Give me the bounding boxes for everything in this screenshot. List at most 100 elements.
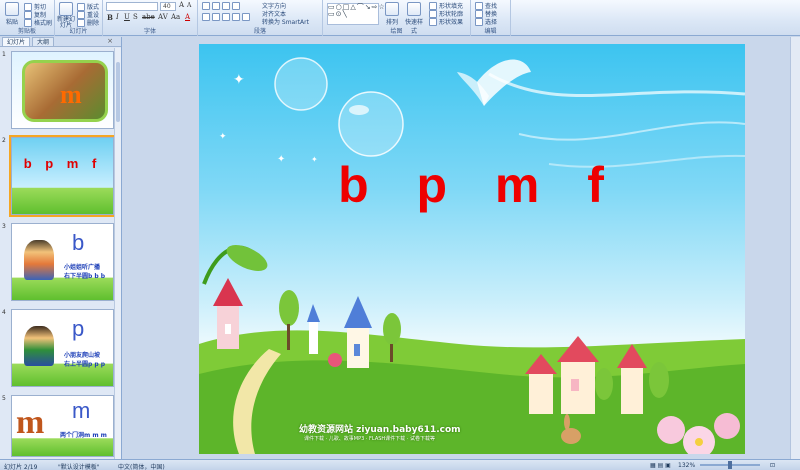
editing-group: 查找 替换 选择 编辑 bbox=[471, 0, 511, 36]
slide-number: 4 bbox=[2, 309, 6, 316]
clipboard-group-label: 剪贴板 bbox=[17, 28, 36, 35]
tab-slides[interactable]: 幻灯片 bbox=[2, 37, 31, 46]
thumbnail-image: b p m f bbox=[9, 135, 116, 217]
castle-window bbox=[225, 324, 231, 334]
justify-icon bbox=[232, 13, 240, 21]
arrange-icon bbox=[385, 2, 399, 16]
thumbnail-caption-2: 右上半圆p p p bbox=[64, 361, 106, 368]
bullets-button[interactable] bbox=[202, 2, 240, 10]
canvas-scrollbar[interactable] bbox=[790, 37, 800, 459]
zoom-slider-knob[interactable] bbox=[728, 461, 732, 469]
strikethrough-button[interactable]: abe bbox=[142, 13, 155, 21]
slides-group-label: 幻灯片 bbox=[69, 28, 88, 35]
grow-font-icon[interactable]: A bbox=[179, 1, 184, 9]
flower-bush bbox=[328, 353, 342, 367]
star-icon: ✦ bbox=[219, 132, 227, 142]
font-name-combo[interactable] bbox=[106, 2, 158, 11]
close-icon[interactable]: × bbox=[107, 37, 113, 45]
thumbnail-caption-2: 右下半圆b b b bbox=[64, 273, 106, 280]
thumbnail-boy-figure bbox=[24, 326, 54, 366]
church-roof bbox=[344, 296, 372, 328]
select-label: 选择 bbox=[485, 19, 498, 26]
line-spacing-icon bbox=[232, 2, 240, 10]
paste-label: 粘贴 bbox=[5, 19, 18, 26]
arrange-label: 排列 bbox=[385, 19, 398, 26]
paste-icon bbox=[5, 2, 19, 16]
thumbnail-letter: p bbox=[72, 316, 85, 341]
current-slide[interactable]: ✦ ✦ ✦ ✦ b p m f 幼教资源网站 ziyuan.baby611.co… bbox=[199, 44, 745, 454]
effects-icon bbox=[429, 17, 437, 26]
convert-smartart-button[interactable]: 转换为 SmartArt bbox=[262, 17, 309, 26]
bullets-icon bbox=[202, 2, 210, 10]
thumbnail-image: m bbox=[11, 51, 114, 129]
slide-title-letters: b p m f bbox=[338, 157, 606, 213]
bold-button[interactable]: B bbox=[107, 13, 113, 22]
drawing-group-label: 绘图 bbox=[390, 28, 403, 35]
shape-effects-label: 形状效果 bbox=[439, 19, 464, 26]
thumbnail-caption-1: 小姐姐听广播 bbox=[64, 264, 101, 271]
select-button[interactable]: 选择 bbox=[475, 17, 497, 26]
arrange-button[interactable]: 排列 bbox=[383, 2, 401, 26]
new-slide-button[interactable]: 新建幻灯片 bbox=[57, 2, 75, 29]
slide-number: 1 bbox=[2, 51, 6, 58]
panel-tabs: 幻灯片 大纲 × bbox=[0, 37, 121, 47]
italic-button[interactable]: I bbox=[116, 13, 119, 21]
thumbnail-door-m: m bbox=[16, 404, 45, 441]
tree-shape bbox=[649, 362, 669, 398]
thumbnail-letters: b p m f bbox=[23, 156, 102, 171]
thumbnail-girl-figure bbox=[24, 240, 54, 280]
view-buttons[interactable]: ▦ ▤ ▣ bbox=[650, 462, 671, 469]
language[interactable]: 中文(简体，中国) bbox=[118, 462, 165, 470]
zoom-level[interactable]: 132% bbox=[678, 462, 695, 469]
leaf-shape bbox=[226, 245, 268, 271]
shapes-gallery[interactable]: ▭○□△⌒↘⇨☆{}▭⊙╲ bbox=[327, 3, 396, 25]
tree-trunk bbox=[390, 344, 393, 362]
church-window bbox=[354, 344, 360, 356]
panel-scrollbar[interactable] bbox=[114, 48, 121, 459]
thumbnail-letter: b bbox=[72, 230, 85, 255]
flower-center bbox=[695, 438, 703, 446]
bubble-shape bbox=[274, 57, 328, 111]
tree-trunk bbox=[287, 324, 290, 350]
small-tower-roof bbox=[307, 304, 320, 322]
align-buttons[interactable] bbox=[202, 13, 250, 21]
shrink-font-icon[interactable]: A bbox=[187, 2, 191, 9]
shadow-button[interactable]: S bbox=[133, 13, 138, 21]
fit-window-icon[interactable]: ⊡ bbox=[770, 462, 775, 469]
align-left-icon bbox=[202, 13, 210, 21]
columns-icon bbox=[242, 13, 250, 21]
tab-outline[interactable]: 大纲 bbox=[32, 37, 55, 46]
paragraph-group: 文字方向 对齐文本 转换为 SmartArt 段落 bbox=[198, 0, 323, 36]
char-spacing-icon[interactable]: AV bbox=[158, 13, 168, 21]
paste-button[interactable]: 粘贴 bbox=[3, 2, 21, 26]
new-slide-icon bbox=[59, 2, 73, 16]
swirl-shape bbox=[488, 72, 745, 97]
tree-shape bbox=[279, 290, 299, 326]
slide-number: 3 bbox=[2, 223, 6, 230]
flower-shape bbox=[657, 416, 685, 444]
indent-icon bbox=[222, 2, 230, 10]
font-size-combo[interactable]: 40 bbox=[160, 2, 176, 11]
shape-effects-button[interactable]: 形状效果 bbox=[429, 17, 463, 26]
underline-button[interactable]: U bbox=[124, 13, 130, 21]
thumbnail-image: p 小朋友爬山坡 右上半圆p p p bbox=[11, 309, 114, 387]
slide-background-art: ✦ ✦ ✦ ✦ bbox=[199, 57, 745, 454]
tree-shape bbox=[383, 313, 401, 345]
slides-group: 新建幻灯片 版式 重设 删除 幻灯片 bbox=[55, 0, 103, 36]
slide-footer-site: 幼教资源网站 ziyuan.baby611.com bbox=[299, 425, 461, 435]
slides-panel: 幻灯片 大纲 × 1 m 2 b p m f 3 b 小姐姐听广播 右下半圆b … bbox=[0, 37, 122, 459]
star-icon: ✦ bbox=[233, 72, 245, 88]
bunny-shape bbox=[561, 428, 581, 444]
numbering-icon bbox=[212, 2, 220, 10]
bubble-shape bbox=[338, 91, 404, 157]
font-color-icon[interactable]: A bbox=[185, 13, 190, 21]
thumbnail-letter: m bbox=[72, 398, 91, 423]
scrollbar-thumb[interactable] bbox=[116, 62, 120, 122]
castle-roof bbox=[213, 278, 243, 306]
paragraph-group-label: 段落 bbox=[253, 28, 266, 35]
slide-position: 幻灯片 2/19 bbox=[4, 464, 38, 470]
bubble-highlight bbox=[349, 105, 369, 115]
theme-name: "默认设计模板" bbox=[58, 464, 100, 470]
change-case-icon[interactable]: Aa bbox=[171, 13, 180, 21]
tower-shape bbox=[621, 366, 643, 414]
